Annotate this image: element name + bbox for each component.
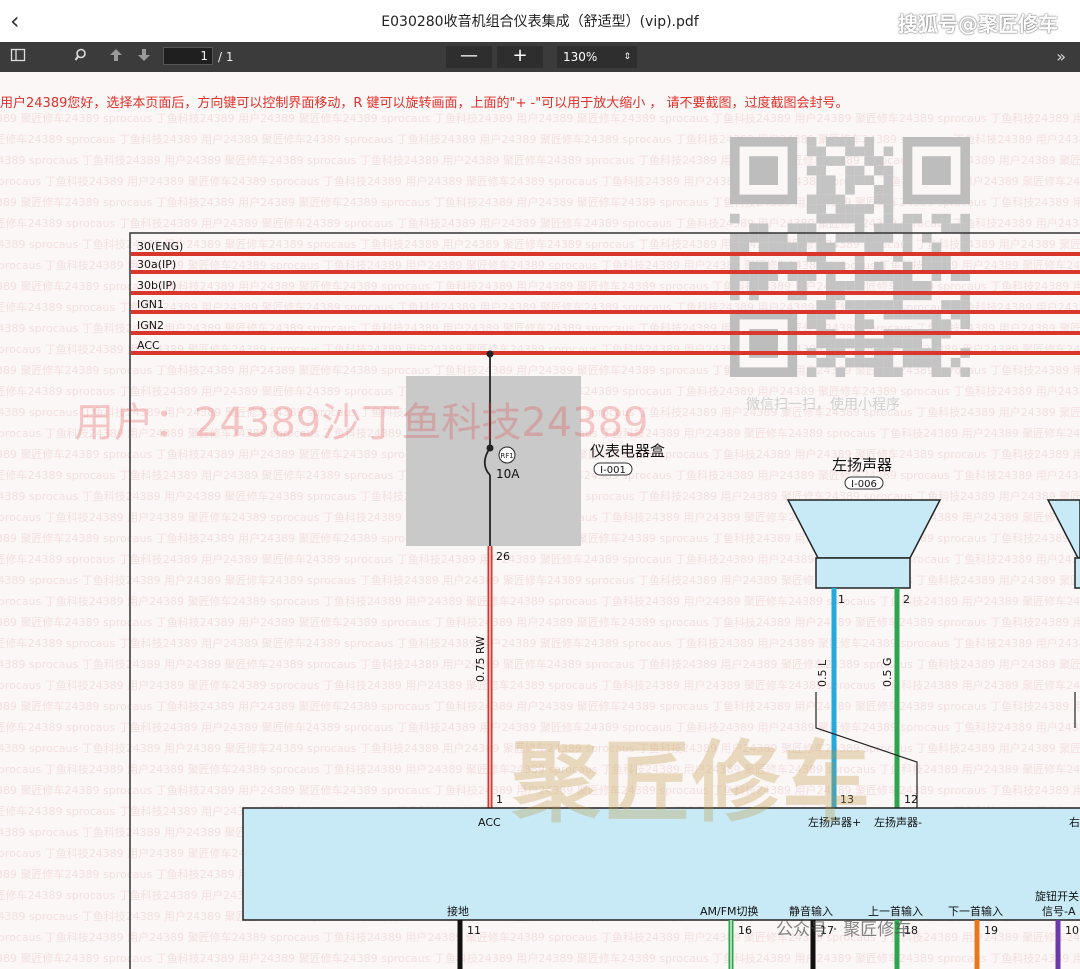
wire-blue-label: 0.5 L [816, 659, 829, 687]
title-bar: ‹ E030280收音机组合仪表集成（舒适型）(vip).pdf 搜狐号@聚匠修… [0, 0, 1080, 42]
rail-label: IGN1 [137, 298, 164, 311]
radio-bottom-label: AM/FM切换 [700, 904, 759, 918]
radio-bottom-pin: 11 [467, 924, 481, 937]
right-speaker-cone [1046, 499, 1080, 559]
left-speaker-cone [786, 499, 942, 559]
anti-screenshot-notice: 用户24389您好，选择本页面后，方向键可以控制界面移动，R 键可以旋转画面，上… [0, 96, 849, 111]
big-watermark: 用户：24389沙丁鱼科技24389 [74, 400, 649, 446]
rail-label: ACC [137, 339, 160, 352]
acc-pin: 1 [496, 793, 503, 806]
pdf-page[interactable]: 用户24389 聚匠修车24389 sprocaus 丁鱼科技24389 用户2… [0, 72, 1080, 969]
rail-label: IGN2 [137, 319, 164, 332]
arrow-up-icon[interactable] [106, 47, 126, 67]
arrow-down-icon[interactable] [134, 47, 154, 67]
power-rails: 30(ENG) 30a(IP) 30b(IP) IGN1 IGN2 ACC [131, 240, 1080, 355]
signal-label: 信号-A [1042, 905, 1076, 918]
zoom-value: 130% [563, 50, 598, 64]
fuse-rating: 10A [496, 467, 520, 481]
search-icon[interactable] [72, 47, 92, 67]
radio-label-acc: ACC [478, 816, 501, 829]
page-number-input[interactable] [163, 47, 213, 65]
acc-wire-label: 0.75 RW [474, 636, 487, 682]
page-total-label: / 1 [218, 50, 234, 64]
zoom-select[interactable]: 130% ⇕ [557, 46, 637, 68]
chevron-double-right-icon[interactable]: » [1056, 47, 1066, 66]
zoom-out-button[interactable]: — [446, 46, 492, 68]
rail-label: 30b(IP) [137, 279, 176, 292]
left-speaker-title: 左扬声器 [832, 456, 892, 474]
pdf-toolbar: / 1 — + 130% ⇕ » [0, 42, 1080, 72]
rail-label: 30(ENG) [137, 240, 183, 253]
radio-bottom-pin: 10 [1065, 924, 1079, 937]
zoom-in-button[interactable]: + [497, 46, 543, 68]
fuse-pin: 26 [496, 550, 510, 563]
rail-label: 30a(IP) [137, 258, 176, 271]
chevron-updown-icon: ⇕ [623, 52, 631, 62]
left-speaker-body [815, 557, 911, 589]
radio-label-lspk-minus: 左扬声器- [874, 815, 922, 829]
left-speaker-pin1: 1 [838, 593, 845, 606]
wechat-footer-watermark: 公众号 · 聚匠修车 [776, 920, 912, 940]
radio-bottom-pin: 16 [738, 924, 752, 937]
brand-watermark: 搜狐号@聚匠修车 [898, 12, 1058, 36]
fuse-id: RF1 [500, 452, 513, 460]
brand-watermark-large: 聚匠修车 [512, 731, 873, 834]
radio-bottom-label: 下一首输入 [948, 904, 1003, 918]
left-speaker-code: I-006 [851, 479, 877, 490]
wire-green-label: 0.5 G [881, 657, 894, 687]
radio-label-right: 右 [1069, 815, 1080, 829]
radio-bottom-label: 旋钮开关 [1035, 889, 1079, 903]
sidebar-toggle-icon[interactable] [8, 47, 28, 67]
fuse-box-code: I-001 [600, 465, 626, 476]
radio-bottom-pin: 19 [984, 924, 998, 937]
left-speaker-pin2: 2 [903, 593, 910, 606]
radio-bottom-label: 接地 [447, 905, 469, 918]
radio-pin-12: 12 [904, 793, 918, 806]
